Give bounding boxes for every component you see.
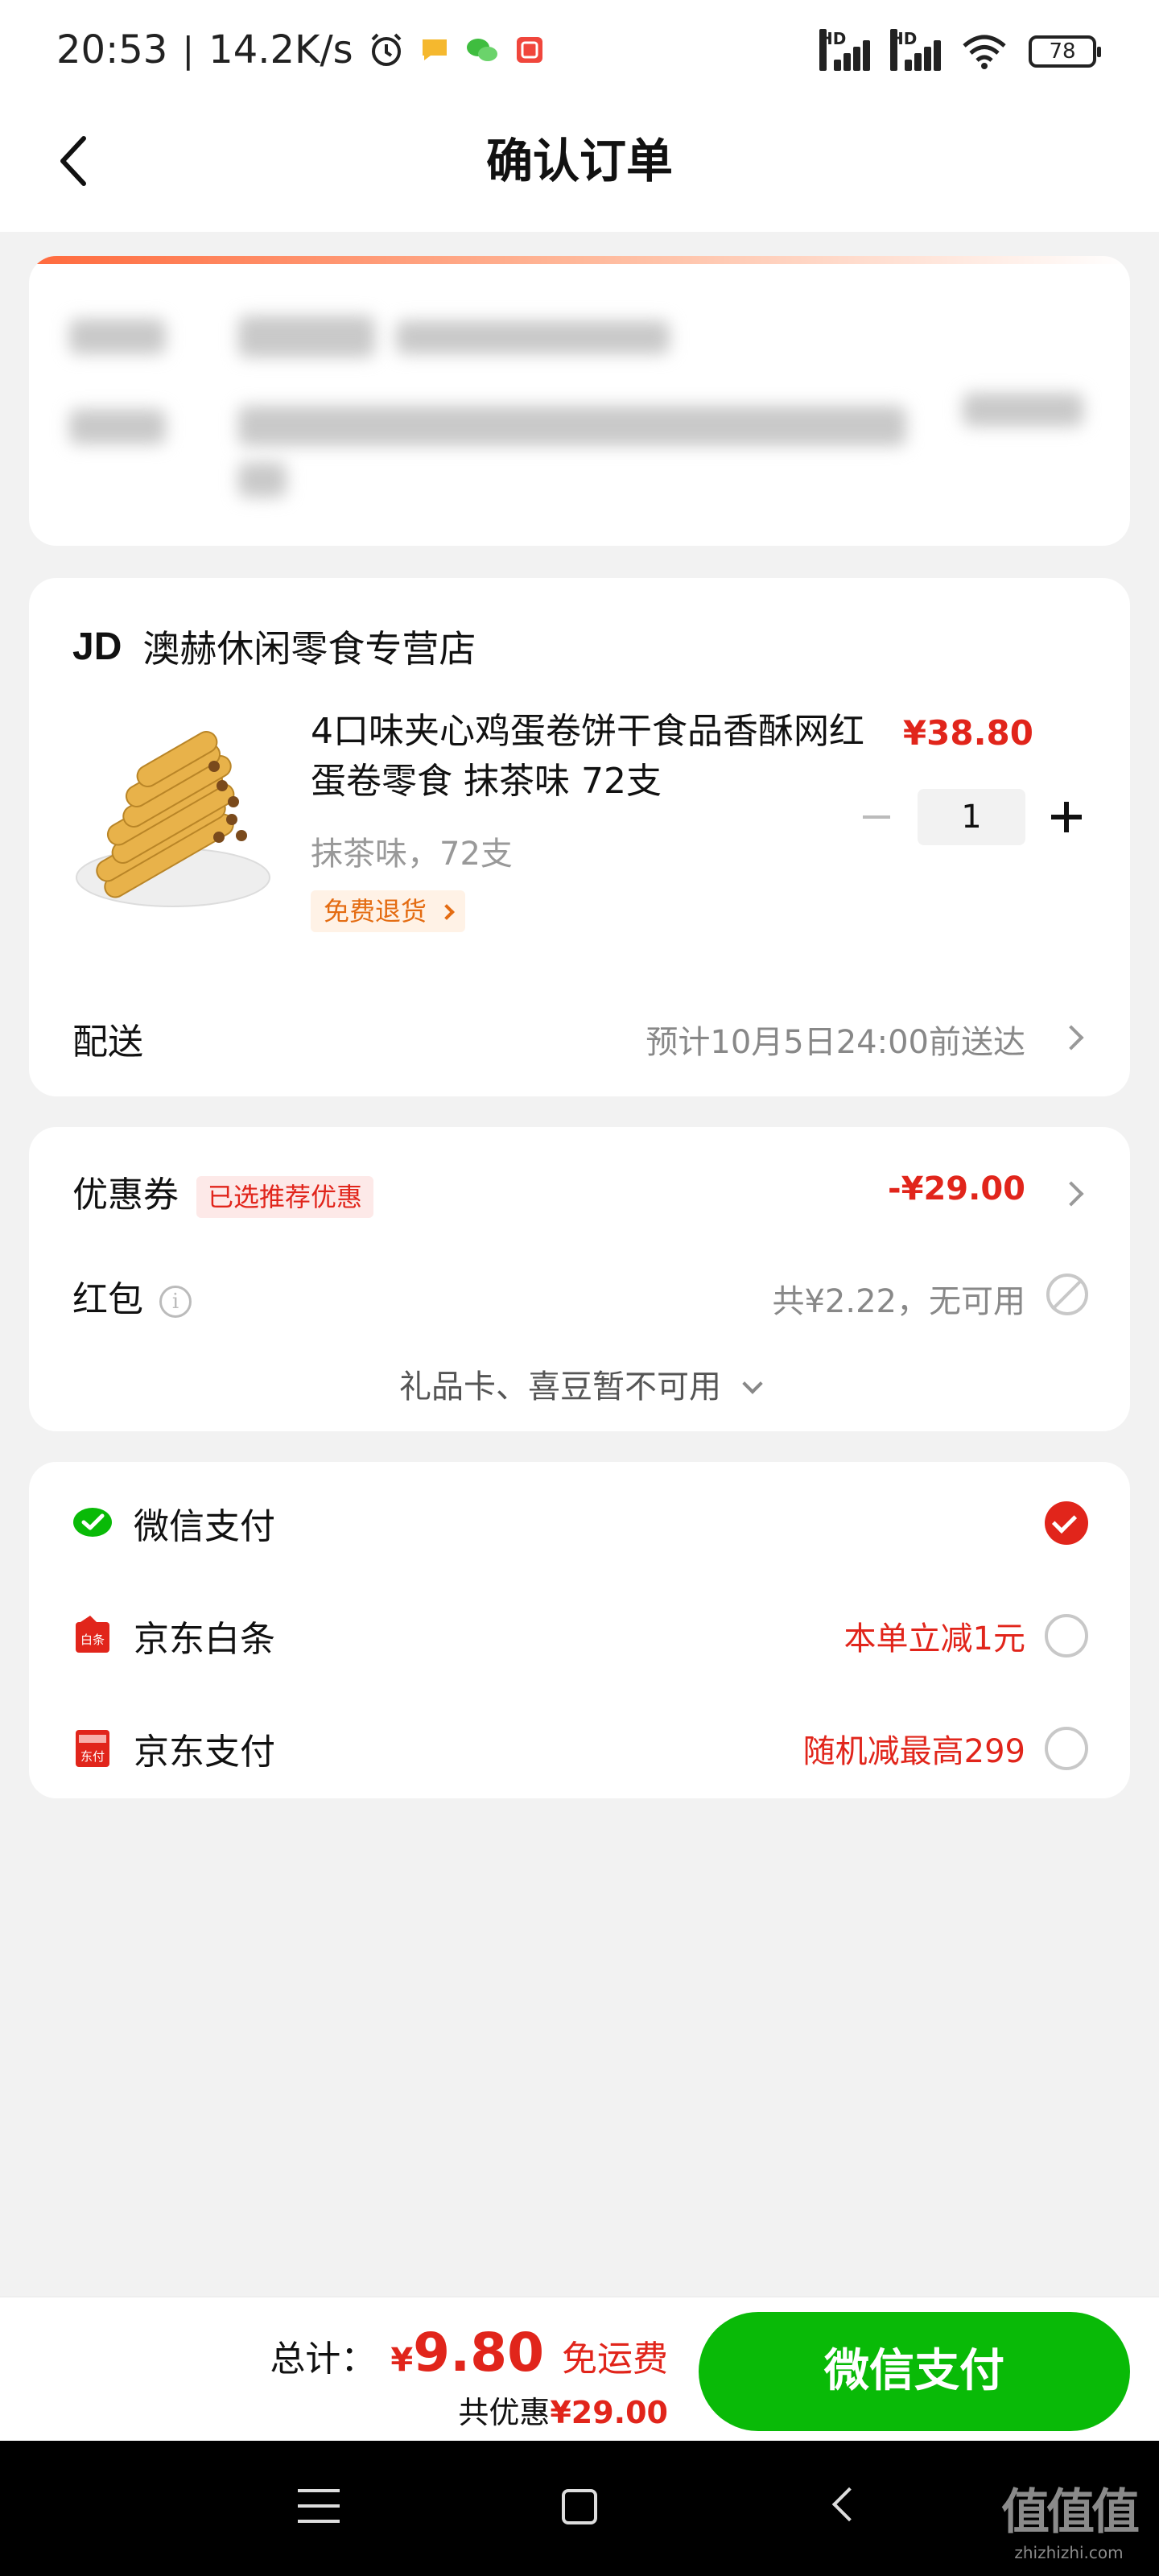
payment-radio[interactable] [1045, 1727, 1088, 1770]
redacted-block [238, 406, 906, 446]
delivery-estimate: 预计10月5日24:00前送达 [645, 1024, 1025, 1061]
watermark: 值值值 zhizhizhi.com [1001, 2473, 1140, 2562]
redpacket-status: 共¥2.22，无可用 [772, 1283, 1025, 1320]
checkout-bar: 总计： ¥ 9.80 免运费 共优惠¥29.00 微信支付 [0, 2296, 1159, 2441]
coupon-label: 优惠券 [72, 1174, 179, 1216]
giftcard-row[interactable]: 礼品卡、喜豆暂不可用 [29, 1360, 1130, 1407]
status-bar: 20:53 | 14.2K/s HD HD 78 [0, 0, 1159, 105]
quantity-input[interactable]: 1 [918, 789, 1025, 845]
baitiao-icon-text: 白条 [80, 1633, 105, 1647]
discount-amount: ¥29.00 [550, 2395, 668, 2430]
free-return-label: 免费退货 [324, 896, 427, 927]
nav-header: 确认订单 [0, 105, 1159, 232]
payment-methods-card: 微信支付 白条 京东白条 本单立减1元 东付 京东支付 随机减最高299 [29, 1462, 1130, 1798]
app-notification-icon [516, 37, 542, 63]
info-icon[interactable]: i [159, 1286, 192, 1318]
jd-logo: JD [72, 625, 122, 668]
redpacket-label-group: 红包 i [72, 1270, 192, 1322]
watermark-url: zhizhizhi.com [1014, 2543, 1124, 2562]
total-amount: 9.80 [413, 2322, 544, 2384]
delivery-row[interactable]: 配送 预计10月5日24:00前送达 [29, 1005, 1130, 1069]
payment-promo: 本单立减1元 [843, 1620, 1025, 1657]
discount-label: 共优惠 [458, 2395, 551, 2430]
chevron-right-icon [439, 904, 456, 920]
redpacket-row[interactable]: 红包 i 共¥2.22，无可用 [29, 1262, 1130, 1327]
unavailable-icon [1046, 1274, 1088, 1315]
coupon-amount: -¥29.00 [888, 1170, 1025, 1208]
quantity-increase-button[interactable] [1046, 797, 1087, 837]
home-icon[interactable] [562, 2489, 597, 2524]
redacted-block [238, 316, 375, 357]
total-line: 总计： ¥ 9.80 免运费 [270, 2322, 668, 2384]
clock: 20:53 [56, 27, 168, 72]
wechat-icon [466, 39, 497, 61]
payment-radio[interactable] [1045, 1614, 1088, 1657]
redacted-block [396, 320, 670, 354]
chevron-right-icon [1058, 1181, 1084, 1207]
redacted-block [69, 319, 166, 354]
payment-label: 微信支付 [134, 1506, 275, 1547]
coupon-label-group: 优惠券 已选推荐优惠 [72, 1166, 374, 1218]
chevron-right-icon [1058, 1025, 1084, 1051]
address-accent-bar [29, 256, 1130, 264]
jd-baitiao-icon: 白条 [76, 1616, 109, 1653]
product-image[interactable] [72, 724, 274, 918]
quantity-decrease-button[interactable] [856, 797, 897, 837]
net-speed: 14.2K/s [208, 27, 353, 72]
shipping-free-label: 免运费 [562, 2339, 668, 2380]
page-title: 确认订单 [485, 134, 673, 188]
product-price: ¥38.80 [902, 713, 1033, 753]
menu-icon[interactable] [298, 2489, 340, 2524]
message-icon [422, 39, 447, 60]
system-nav-bar: 值值值 zhizhizhi.com [0, 2441, 1159, 2576]
status-left: 20:53 | 14.2K/s [56, 27, 545, 72]
wechat-pay-icon [73, 1508, 112, 1537]
pay-button[interactable]: 微信支付 [699, 2312, 1130, 2431]
back-icon[interactable] [831, 2487, 867, 2522]
wifi-icon [963, 35, 1006, 69]
redacted-block [69, 409, 166, 444]
free-return-tag[interactable]: 免费退货 [311, 890, 466, 932]
battery-indicator: 78 [1029, 35, 1101, 68]
total-label: 总计： [270, 2339, 377, 2380]
payment-option-jdpay[interactable]: 东付 京东支付 随机减最高299 [72, 1716, 1088, 1781]
address-card[interactable] [29, 256, 1130, 546]
delivery-label: 配送 [72, 1022, 143, 1063]
redacted-block [963, 393, 1083, 427]
status-right: HD HD 78 [819, 29, 1101, 71]
store-name: 澳赫休闲零食专营店 [142, 627, 476, 671]
product-title[interactable]: 4口味夹心鸡蛋卷饼干食品香酥网红蛋卷零食 抹茶味 72支 [311, 707, 874, 807]
redacted-block [238, 462, 287, 497]
watermark-logo: 值值值 [1001, 2484, 1140, 2541]
payment-option-wechat[interactable]: 微信支付 [72, 1491, 1088, 1555]
store-row[interactable]: JD 澳赫休闲零食专营店 [72, 620, 476, 673]
discounts-card: 优惠券 已选推荐优惠 -¥29.00 红包 i 共¥2.22，无可用 礼品卡、喜豆暂… [29, 1127, 1130, 1431]
payment-label: 京东支付 [134, 1732, 275, 1773]
redpacket-label: 红包 [72, 1279, 143, 1320]
coupon-recommend-tag: 已选推荐优惠 [196, 1176, 374, 1218]
alarm-icon [371, 33, 402, 66]
payment-radio-selected[interactable] [1045, 1501, 1088, 1545]
quantity-stepper: 1 [856, 789, 1087, 845]
jdpay-icon-text: 东付 [80, 1749, 105, 1764]
payment-label: 京东白条 [134, 1619, 275, 1660]
discount-summary: 共优惠¥29.00 [458, 2388, 668, 2432]
separator: | [182, 29, 195, 71]
product-spec[interactable]: 抹茶味，72支 [311, 828, 513, 874]
payment-option-baitiao[interactable]: 白条 京东白条 本单立减1元 [72, 1604, 1088, 1668]
jd-pay-icon: 东付 [76, 1730, 109, 1767]
payment-promo: 随机减最高299 [802, 1733, 1025, 1770]
order-items-card: JD 澳赫休闲零食专营店 4口味夹心鸡蛋卷饼干食品香酥网红蛋卷零食 抹茶味 72… [29, 578, 1130, 1096]
chevron-down-icon [742, 1373, 763, 1394]
coupon-row[interactable]: 优惠券 已选推荐优惠 -¥29.00 [29, 1158, 1130, 1222]
giftcard-text: 礼品卡、喜豆暂不可用 [399, 1368, 721, 1406]
signal-icon: HD [819, 29, 870, 71]
total-currency: ¥ [390, 2342, 414, 2379]
signal-icon: HD [890, 29, 941, 71]
